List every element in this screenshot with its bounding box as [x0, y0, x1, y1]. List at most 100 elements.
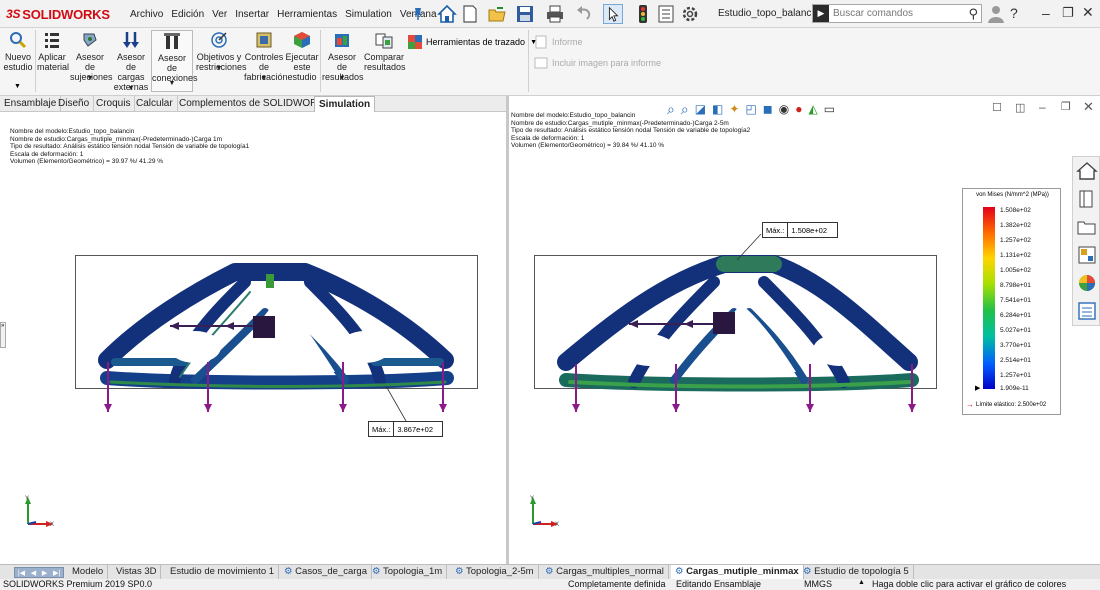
right-max-annotation[interactable]: Máx.: 1.508e+02: [762, 222, 838, 238]
viewport-close-icon[interactable]: ✕: [1083, 99, 1094, 115]
apply-material-label: Aplicar material: [37, 52, 70, 72]
tab-casos-de-carga[interactable]: ⚙ Casos_de_carga: [280, 565, 372, 580]
left-topology-mesh[interactable]: [75, 252, 485, 412]
restore-window-icon[interactable]: ❐: [1062, 5, 1074, 21]
tab-modelo[interactable]: Modelo: [68, 565, 109, 580]
file-properties-icon[interactable]: [656, 4, 676, 24]
apply-material-button[interactable]: Aplicar material: [37, 30, 70, 72]
left-max-annotation[interactable]: Máx.: 3.867e+02: [368, 421, 443, 437]
plot-tools-button[interactable]: Herramientas de trazado ▼: [407, 34, 537, 50]
tab-navigation-arrows[interactable]: |◀ ◀ ▶ ▶|: [14, 567, 64, 578]
left-viewport[interactable]: Nombre del modelo:Estudio_topo_balancin …: [0, 112, 506, 564]
dropdown-arrow-icon[interactable]: ▼: [14, 83, 21, 90]
viewport-split-icon[interactable]: ◫: [1015, 101, 1025, 114]
search-toggle-icon[interactable]: ▶: [813, 5, 829, 22]
pin-icon[interactable]: [412, 7, 424, 21]
select-pointer-icon[interactable]: [603, 4, 623, 24]
menu-insertar[interactable]: Insertar: [231, 9, 273, 20]
search-icon[interactable]: ⚲: [968, 6, 978, 22]
external-loads-advisor-button[interactable]: Asesor de cargas externas ▼: [111, 30, 151, 92]
prev-tab-icon[interactable]: ◀: [31, 569, 36, 577]
menu-archivo[interactable]: Archivo: [126, 9, 167, 20]
von-mises-color-legend[interactable]: von Mises (N/mm^2 (MPa)) 1.508e+02 1.382…: [962, 188, 1061, 415]
minimize-window-icon[interactable]: –: [1042, 5, 1050, 21]
connections-advisor-button[interactable]: Asesor de conexiones ▼: [151, 30, 198, 92]
file-explorer-folder-icon[interactable]: [1076, 216, 1098, 238]
dropdown-arrow-icon[interactable]: ▼: [128, 84, 135, 94]
goals-constraints-button[interactable]: Objetivos y restricciones ▼: [196, 30, 247, 74]
apply-scene-icon[interactable]: ◭: [808, 102, 817, 116]
open-folder-icon[interactable]: [487, 4, 507, 24]
ribbon-separator: [320, 30, 321, 92]
tab-cargas-multiples-normal[interactable]: ⚙ Cargas_multiples_normal: [541, 565, 669, 580]
home-icon[interactable]: [437, 4, 457, 24]
feature-tree-expand-handle[interactable]: »: [0, 322, 6, 348]
menu-edicion[interactable]: Edición: [167, 9, 208, 20]
tab-complementos[interactable]: Complementos de SOLIDWORKS: [175, 96, 336, 112]
tab-simulation[interactable]: Simulation: [314, 96, 376, 112]
units-dropdown-icon[interactable]: ▲: [858, 579, 865, 586]
tab-croquis[interactable]: Croquis: [92, 96, 136, 112]
report-button[interactable]: Informe: [534, 35, 583, 49]
save-icon[interactable]: [515, 4, 535, 24]
design-library-icon[interactable]: [1076, 188, 1098, 210]
options-gear-icon[interactable]: [680, 4, 700, 24]
custom-properties-icon[interactable]: [1076, 300, 1098, 322]
tab-ensamblaje[interactable]: Ensamblaje: [0, 96, 62, 112]
compare-results-button[interactable]: Comparar resultados: [364, 30, 406, 72]
tab-cargas-mutiple-minmax[interactable]: ⚙ Cargas_mutiple_minmax: [671, 565, 804, 580]
menu-simulation[interactable]: Simulation: [341, 9, 396, 20]
view-palette-icon[interactable]: [1076, 244, 1098, 266]
run-study-button[interactable]: Ejecutar este estudio: [285, 30, 319, 82]
tab-calcular[interactable]: Calcular: [132, 96, 178, 112]
display-style-icon[interactable]: ◼: [763, 102, 773, 116]
menu-ver[interactable]: Ver: [208, 9, 231, 20]
close-window-icon[interactable]: ✕: [1082, 4, 1094, 21]
solidworks-logo[interactable]: 3S SOLIDWORKS: [6, 5, 110, 23]
tab-label: Casos_de_carga: [295, 566, 367, 577]
units-selector[interactable]: MMGS: [804, 579, 832, 589]
max-label: Máx.:: [369, 422, 395, 436]
undo-icon[interactable]: [574, 4, 594, 24]
viewport-minimize-icon[interactable]: –: [1039, 100, 1046, 114]
right-topology-mesh[interactable]: [534, 252, 944, 412]
edit-appearance-icon[interactable]: ●: [795, 102, 802, 116]
print-icon[interactable]: [545, 4, 565, 24]
resources-home-icon[interactable]: [1076, 160, 1098, 182]
first-tab-icon[interactable]: |◀: [18, 569, 25, 577]
dropdown-arrow-icon[interactable]: ▼: [216, 64, 223, 74]
last-tab-icon[interactable]: ▶|: [53, 569, 60, 577]
view-settings-icon[interactable]: ▭: [824, 102, 835, 116]
command-search[interactable]: ▶ Buscar comandos ⚲: [812, 4, 982, 23]
manufacturing-controls-button[interactable]: Controles de fabricación ▼: [244, 30, 288, 84]
hide-show-items-icon[interactable]: ◉: [779, 102, 789, 116]
fixtures-advisor-button[interactable]: Asesor de sujeciones ▼: [70, 30, 113, 84]
new-document-icon[interactable]: [460, 4, 480, 24]
study-tab-icon: ⚙: [284, 566, 293, 577]
dropdown-arrow-icon[interactable]: ▼: [169, 79, 176, 89]
left-triad-axis-icon[interactable]: Y X: [22, 494, 58, 530]
results-advisor-button[interactable]: Asesor de resultados ▼: [322, 30, 364, 84]
legend-tick: 3.770e+01: [1000, 342, 1031, 349]
next-tab-icon[interactable]: ▶: [42, 569, 47, 577]
user-account-icon[interactable]: [986, 4, 1006, 24]
dropdown-arrow-icon[interactable]: ▼: [87, 74, 94, 84]
tab-estudio-topologia-5[interactable]: ⚙ Estudio de topología 5: [799, 565, 914, 580]
tab-topologia-1m[interactable]: ⚙ Topologia_1m: [368, 565, 448, 580]
include-image-report-button[interactable]: Incluir imagen para informe: [534, 56, 661, 70]
viewport-restore-icon[interactable]: ❐: [1061, 100, 1071, 113]
help-icon[interactable]: ?: [1010, 5, 1018, 21]
dropdown-arrow-icon[interactable]: ▼: [261, 74, 268, 84]
right-triad-axis-icon[interactable]: Y X: [527, 494, 563, 530]
tab-estudio-movimiento[interactable]: Estudio de movimiento 1: [166, 565, 280, 580]
menu-herramientas[interactable]: Herramientas: [273, 9, 341, 20]
rebuild-traffic-light-icon[interactable]: [633, 4, 653, 24]
tab-diseno[interactable]: Diseño: [54, 96, 95, 112]
dropdown-arrow-icon[interactable]: ▼: [339, 74, 346, 84]
tab-vistas-3d[interactable]: Vistas 3D: [112, 565, 162, 580]
viewport-expand-icon[interactable]: ☐: [992, 101, 1002, 114]
editing-mode-status: Editando Ensamblaje: [676, 579, 762, 589]
appearances-icon[interactable]: [1076, 272, 1098, 294]
tab-topologia-2-5m[interactable]: ⚙ Topologia_2-5m: [451, 565, 539, 580]
new-study-button[interactable]: Nuevo estudio: [2, 30, 34, 72]
